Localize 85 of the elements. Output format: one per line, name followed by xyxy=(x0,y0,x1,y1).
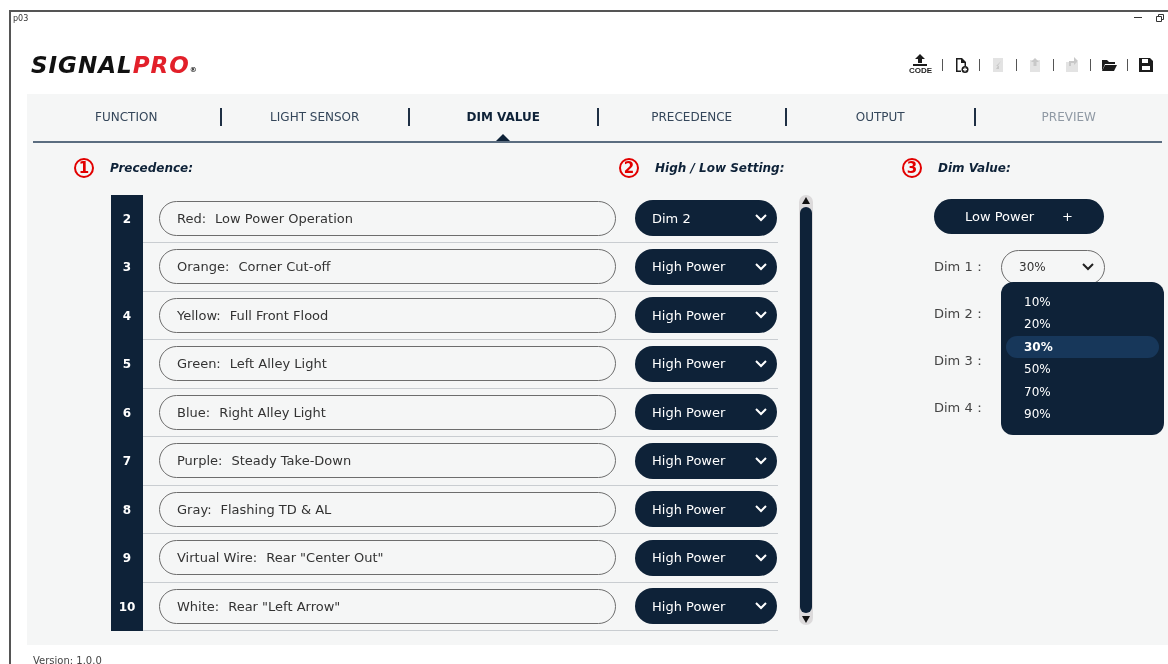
setting-select[interactable]: High Power xyxy=(635,248,777,285)
color-label: Green: xyxy=(177,356,221,372)
new-file-icon xyxy=(953,56,969,73)
restore-icon[interactable] xyxy=(1156,14,1164,22)
color-label: Purple: xyxy=(177,453,223,469)
share-icon xyxy=(1064,56,1080,73)
function-label: Right Alley Light xyxy=(219,404,326,420)
window-title: p03 xyxy=(13,14,29,23)
color-label: Virtual Wire: xyxy=(177,550,258,566)
chevron-down-icon xyxy=(755,359,767,368)
step-number: 2 xyxy=(619,157,639,178)
scroll-down-icon[interactable] xyxy=(802,615,810,623)
color-label: Blue: xyxy=(177,404,211,420)
setting-select[interactable]: High Power xyxy=(635,442,777,479)
pointer-icon xyxy=(496,133,511,141)
setting-select[interactable]: Dim 2 xyxy=(635,200,777,237)
setting-select[interactable]: High Power xyxy=(635,345,777,382)
chevron-down-icon xyxy=(755,505,767,514)
setting-select[interactable]: High Power xyxy=(635,297,777,334)
save-icon xyxy=(1138,56,1154,73)
dim-label: Dim 4： xyxy=(934,399,987,417)
setting-select[interactable]: High Power xyxy=(635,539,777,576)
step-number: 1 xyxy=(74,157,94,178)
step-number: 3 xyxy=(902,157,922,178)
scrollbar[interactable] xyxy=(799,194,813,625)
dim-label: Dim 1： xyxy=(934,258,987,276)
precedence-number: 9 xyxy=(111,534,143,583)
dim-label: Dim 2： xyxy=(934,305,987,323)
dropdown-option[interactable]: 90% xyxy=(1006,403,1159,426)
precedence-number: 4 xyxy=(111,291,143,340)
scroll-up-icon[interactable] xyxy=(802,196,810,204)
precedence-number: 10 xyxy=(111,582,143,631)
export-icon xyxy=(1027,56,1043,73)
minimize-icon[interactable] xyxy=(1134,17,1142,19)
new-file-button[interactable] xyxy=(953,56,969,73)
tab[interactable]: FUNCTION xyxy=(33,93,220,141)
section-title: Dim Value: xyxy=(938,160,1011,175)
dropdown-option[interactable]: 70% xyxy=(1006,380,1159,403)
dim-label: Dim 3： xyxy=(934,352,987,370)
color-label: White: xyxy=(177,598,220,614)
chevron-down-icon xyxy=(755,553,767,562)
upload-button[interactable]: CODE xyxy=(908,54,932,76)
dropdown-option[interactable]: 50% xyxy=(1006,358,1159,381)
tab[interactable]: LIGHT SENSOR xyxy=(221,93,408,141)
function-label: Left Alley Light xyxy=(229,356,327,372)
setting-select[interactable]: High Power xyxy=(635,394,777,431)
section-title: Precedence: xyxy=(110,160,194,175)
upload-icon xyxy=(912,54,929,67)
setting-select[interactable]: High Power xyxy=(635,491,777,528)
function-label: Flashing TD & AL xyxy=(220,501,332,517)
precedence-number: 8 xyxy=(111,485,143,534)
tab[interactable]: OUTPUT xyxy=(787,93,974,141)
chevron-down-icon xyxy=(755,262,767,271)
precedence-number: 7 xyxy=(111,437,143,486)
chevron-down-icon xyxy=(755,602,767,611)
setting-select[interactable]: High Power xyxy=(635,588,777,625)
low-power-button[interactable]: Low Power + xyxy=(934,198,1104,234)
dim-select[interactable]: 30% xyxy=(1001,249,1105,285)
color-label: Gray: xyxy=(177,501,212,517)
function-label: Rear "Left Arrow" xyxy=(228,598,341,614)
color-label: Red: xyxy=(177,210,207,226)
dropdown-option[interactable]: 30% xyxy=(1006,335,1159,358)
save-button[interactable] xyxy=(1138,56,1154,73)
dropdown-option[interactable]: 10% xyxy=(1006,290,1159,313)
chevron-down-icon xyxy=(755,214,767,223)
version-text: Version: 1.0.0 xyxy=(33,655,103,664)
function-label: Full Front Flood xyxy=(229,307,329,323)
color-label: Yellow: xyxy=(177,307,221,323)
function-label: Rear "Center Out" xyxy=(266,550,384,566)
dropdown-option[interactable]: 20% xyxy=(1006,313,1159,336)
chevron-down-icon xyxy=(755,456,767,465)
chevron-down-icon xyxy=(1082,263,1094,271)
tab[interactable]: PRECEDENCE xyxy=(598,93,785,141)
function-label: Low Power Operation xyxy=(215,210,353,226)
color-label: Orange: xyxy=(177,259,230,275)
tab[interactable]: DIM VALUE xyxy=(410,93,597,141)
chevron-down-icon xyxy=(755,408,767,417)
precedence-number: 5 xyxy=(111,340,143,389)
function-label: Corner Cut-off xyxy=(238,259,331,275)
chevron-down-icon xyxy=(755,311,767,320)
section-title: High / Low Setting: xyxy=(655,160,785,175)
precedence-number: 3 xyxy=(111,243,143,292)
function-label: Steady Take-Down xyxy=(231,453,352,469)
precedence-number: 6 xyxy=(111,388,143,437)
precedence-number: 2 xyxy=(111,194,143,243)
